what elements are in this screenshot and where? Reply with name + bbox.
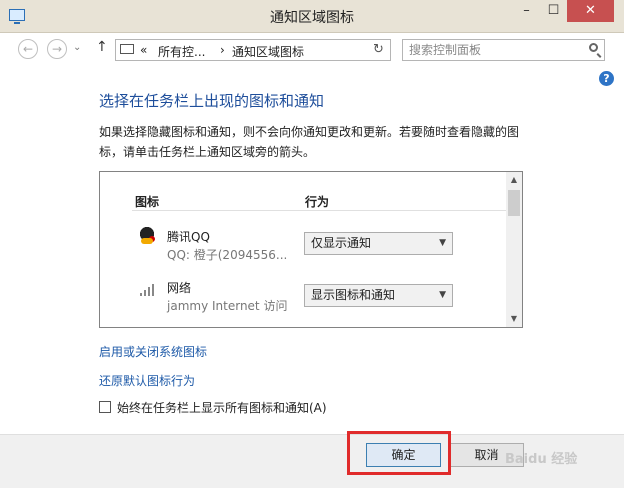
select-value: 显示图标和通知 (311, 288, 396, 302)
up-button[interactable]: ↑ (96, 39, 108, 55)
always-show-all-label[interactable]: 始终在任务栏上显示所有图标和通知(A) (117, 399, 327, 416)
row-name: 网络 (167, 281, 192, 295)
scroll-thumb[interactable] (508, 190, 520, 216)
chevron-down-icon: ▼ (439, 238, 446, 248)
minimize-button[interactable]: – (513, 0, 540, 22)
network-icon (138, 278, 158, 298)
scroll-down-icon[interactable]: ▼ (506, 311, 522, 327)
search-input[interactable] (409, 42, 574, 58)
scroll-up-icon[interactable]: ▲ (506, 172, 522, 188)
baidu-watermark: Baidu 经验 (505, 452, 578, 467)
search-box[interactable] (402, 39, 605, 61)
behavior-select-qq[interactable]: 仅显示通知 ▼ (304, 232, 453, 255)
notification-icons-list: 图标 行为 腾讯QQ QQ: 橙子(2094556... 仅显示通知 ▼ 网络 … (99, 171, 523, 328)
maximize-button[interactable]: ☐ (540, 0, 567, 22)
row-name: 腾讯QQ (167, 230, 210, 244)
close-button[interactable]: ✕ (567, 0, 614, 22)
page-description: 如果选择隐藏图标和通知，则不会向你通知更改和更新。若要随时查看隐藏的图标，请单击… (99, 125, 520, 159)
navigation-bar: ← → ⌄ ↑ « 所有控... › 通知区域图标 ⌄ (0, 33, 624, 66)
recent-locations-icon[interactable]: ⌄ (73, 42, 81, 53)
column-header-icon: 图标 (135, 195, 160, 209)
back-button[interactable]: ← (18, 39, 38, 59)
header-divider (132, 210, 506, 211)
forward-button[interactable]: → (47, 39, 67, 59)
address-bar[interactable]: « 所有控... › 通知区域图标 ⌄ (115, 39, 477, 61)
breadcrumb-separator-icon[interactable]: › (220, 43, 225, 57)
qq-icon (137, 226, 157, 246)
computer-icon (120, 44, 134, 54)
always-show-all-checkbox[interactable] (99, 401, 111, 413)
row-subtitle: QQ: 橙子(2094556... (167, 248, 288, 262)
chevron-down-icon: ▼ (439, 290, 446, 300)
select-value: 仅显示通知 (311, 236, 372, 250)
row-subtitle: jammy Internet 访问 (167, 299, 288, 313)
vertical-scrollbar[interactable]: ▲ ▼ (506, 172, 522, 327)
title-bar: 通知区域图标 – ☐ ✕ (0, 0, 624, 33)
column-header-behavior: 行为 (305, 195, 330, 209)
breadcrumb-notification-icons[interactable]: 通知区域图标 (232, 43, 304, 60)
page-heading: 选择在任务栏上出现的图标和通知 (99, 92, 325, 110)
breadcrumb-overflow[interactable]: « (140, 43, 147, 57)
help-icon[interactable]: ? (599, 71, 614, 86)
restore-default-behaviors-link[interactable]: 还原默认图标行为 (99, 372, 195, 389)
breadcrumb-all-control-panel[interactable]: 所有控... (158, 43, 205, 60)
search-icon[interactable] (589, 43, 598, 52)
toggle-system-icons-link[interactable]: 启用或关闭系统图标 (99, 343, 207, 360)
refresh-button[interactable]: ↻ (367, 39, 391, 61)
behavior-select-network[interactable]: 显示图标和通知 ▼ (304, 284, 453, 307)
highlight-annotation (347, 431, 451, 475)
